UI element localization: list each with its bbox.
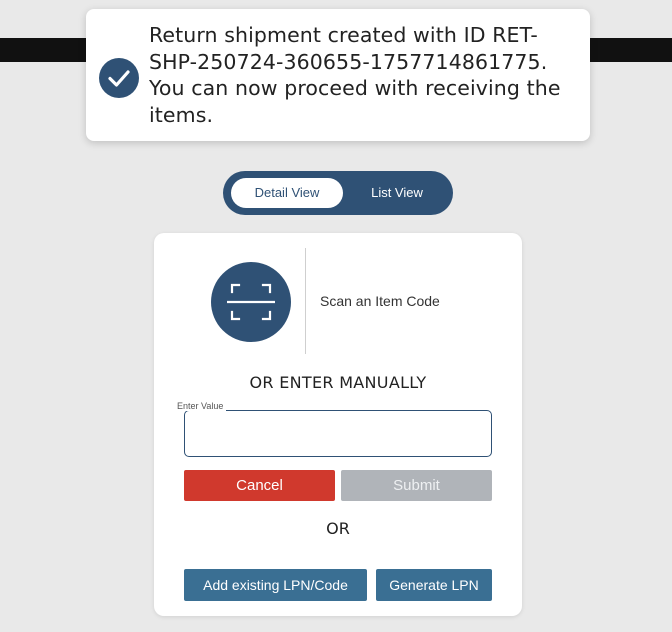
scan-button[interactable] [211,262,291,342]
tab-detail-view[interactable]: Detail View [231,178,343,208]
generate-lpn-button[interactable]: Generate LPN [376,569,492,601]
scan-divider [305,248,306,354]
enter-value-field[interactable] [184,410,492,457]
receive-items-card: Scan an Item Code OR ENTER MANUALLY Ente… [154,233,522,616]
view-toggle: Detail View List View [223,171,453,215]
check-circle-icon [99,58,139,98]
tab-list-view[interactable]: List View [343,178,451,208]
add-existing-lpn-button[interactable]: Add existing LPN/Code [184,569,367,601]
toast-message: Return shipment created with ID RET-SHP-… [149,23,561,127]
cancel-button[interactable]: Cancel [184,470,335,501]
enter-value-input[interactable] [185,411,491,456]
success-toast: Return shipment created with ID RET-SHP-… [86,9,590,141]
or-separator: OR [326,519,350,538]
submit-button[interactable]: Submit [341,470,492,501]
scan-label[interactable]: Scan an Item Code [320,293,440,309]
enter-value-label: Enter Value [174,401,227,411]
scan-frame-icon [227,283,275,321]
manual-entry-heading: OR ENTER MANUALLY [249,373,427,392]
